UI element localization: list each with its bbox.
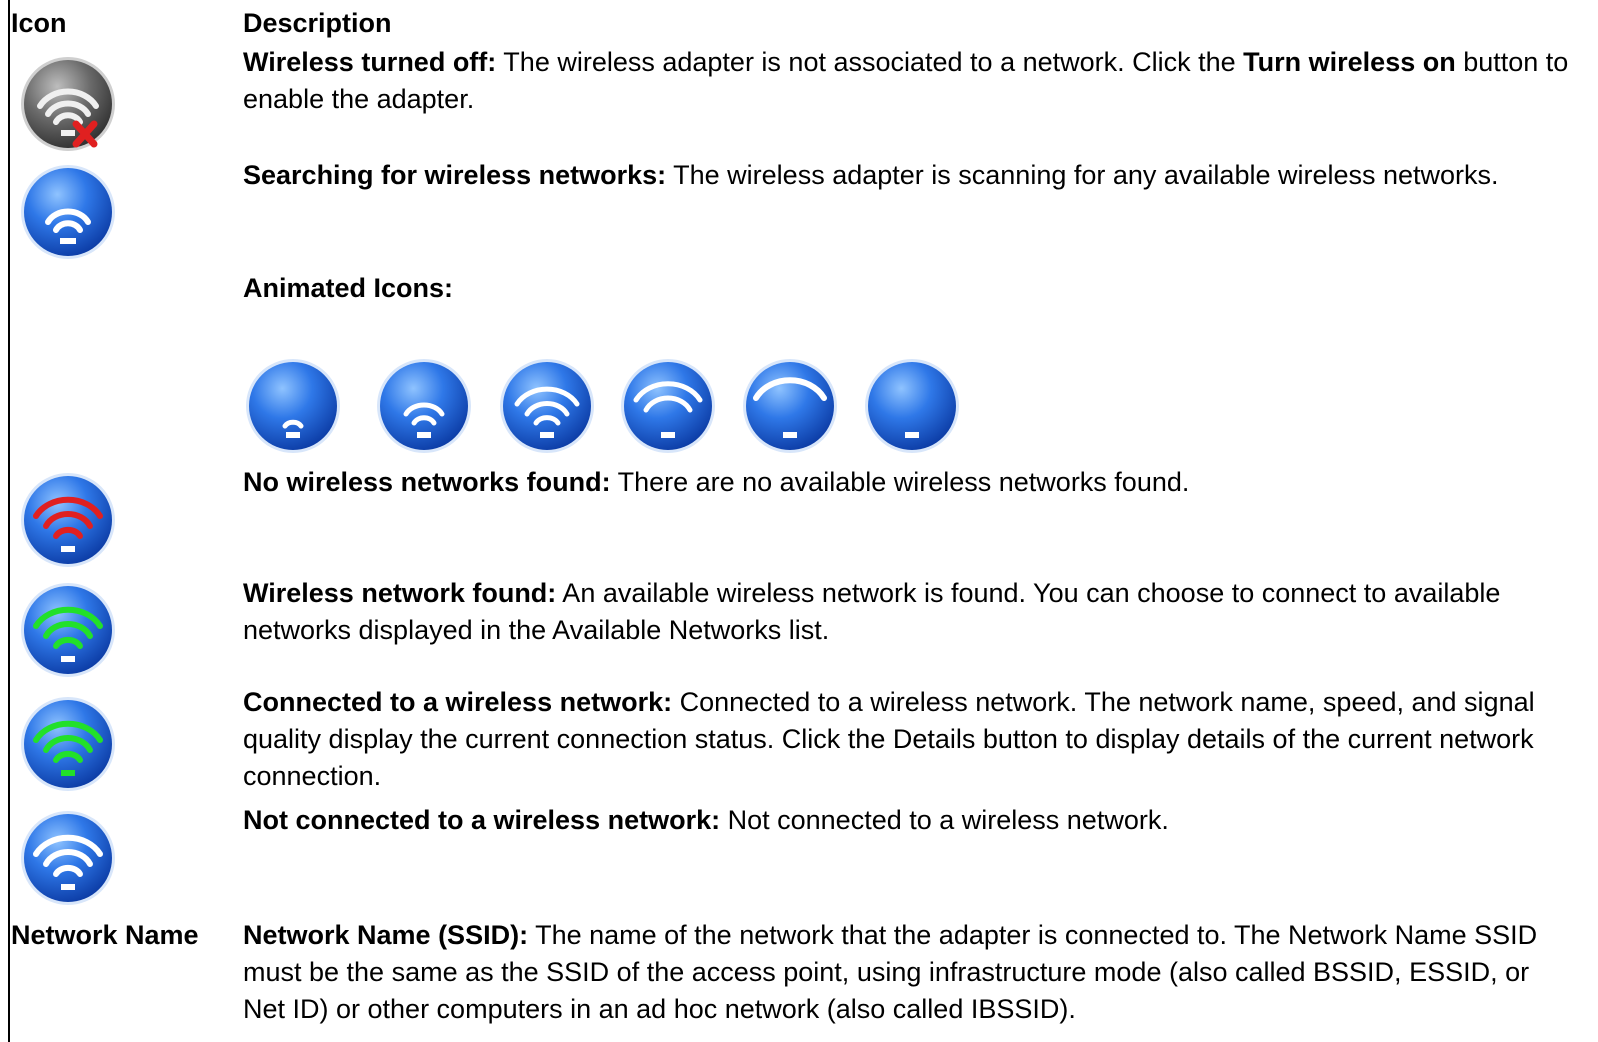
page: { "header": { "icon_col": "Icon", "desc_… [0,0,1598,1042]
row-no-networks: No wireless networks found: There are no… [243,464,1578,501]
signal-5-icon [740,356,840,456]
row-title: Connected to a wireless network: [243,687,673,717]
description-column-header: Description [243,8,392,38]
row-title: Network Name (SSID): [243,920,529,950]
not-connected-icon [18,808,118,908]
signal-3-icon [497,356,597,456]
wireless-off-icon [18,54,118,154]
animated-icons-heading: Animated Icons: [243,273,454,303]
connected-icon [18,694,118,794]
icon-column-header: Icon [11,8,67,38]
signal-1-icon [243,356,343,456]
signal-2-icon [374,356,474,456]
row-title: No wireless networks found: [243,467,611,497]
signal-empty-icon [862,356,962,456]
row-text: Not connected to a wireless network. [720,805,1169,835]
row-title: Wireless turned off: [243,47,497,77]
row-text: The wireless adapter is not associated t… [496,47,1244,77]
row-not-connected: Not connected to a wireless network: Not… [243,802,1578,839]
row-text: There are no available wireless networks… [610,467,1190,497]
no-networks-icon [18,470,118,570]
row-title: Searching for wireless networks: [243,160,667,190]
row-network-name: Network Name (SSID): The name of the net… [243,917,1578,1028]
row-title: Wireless network found: [243,578,557,608]
row-connected: Connected to a wireless network: Connect… [243,684,1578,795]
turn-wireless-on-label: Turn wireless on [1243,47,1456,77]
wireless-searching-icon [18,162,118,262]
row-text: The wireless adapter is scanning for any… [666,160,1499,190]
signal-4-icon [618,356,718,456]
network-found-icon [18,580,118,680]
row-searching: Searching for wireless networks: The wir… [243,157,1578,194]
table-left-border [8,0,10,1042]
row-wireless-off: Wireless turned off: The wireless adapte… [243,44,1578,118]
row-title: Not connected to a wireless network: [243,805,721,835]
network-name-label: Network Name [11,920,199,950]
row-network-found: Wireless network found: An available wir… [243,575,1578,649]
